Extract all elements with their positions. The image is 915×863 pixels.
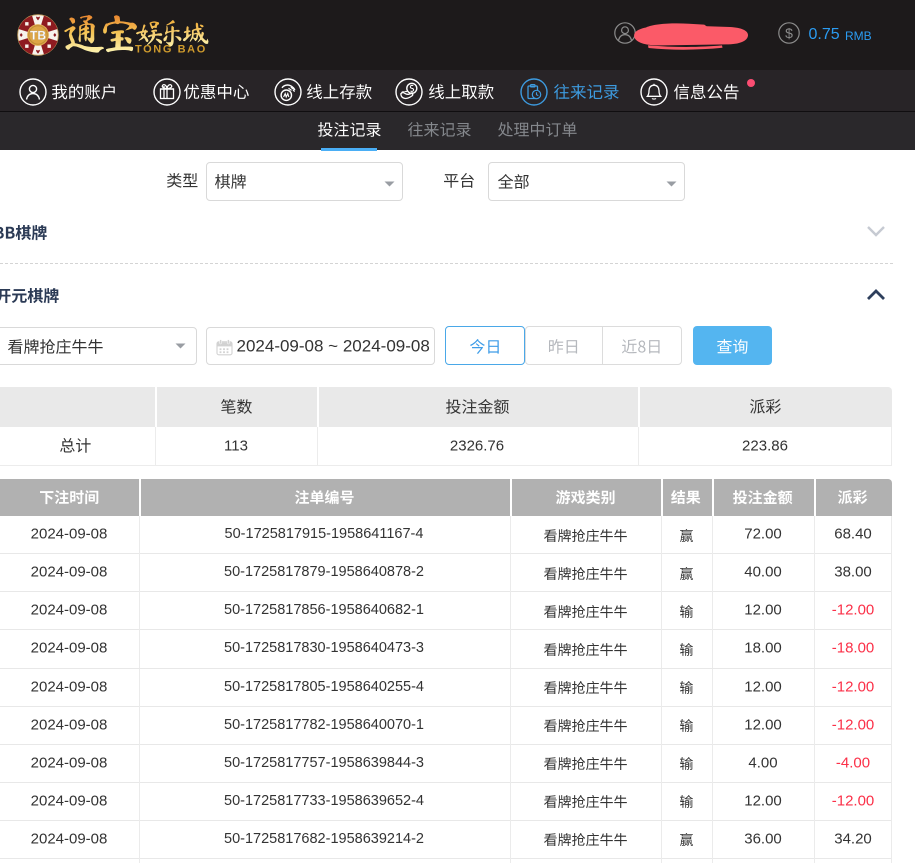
svg-text:$: $	[785, 25, 793, 41]
svg-text:TB: TB	[30, 28, 46, 42]
